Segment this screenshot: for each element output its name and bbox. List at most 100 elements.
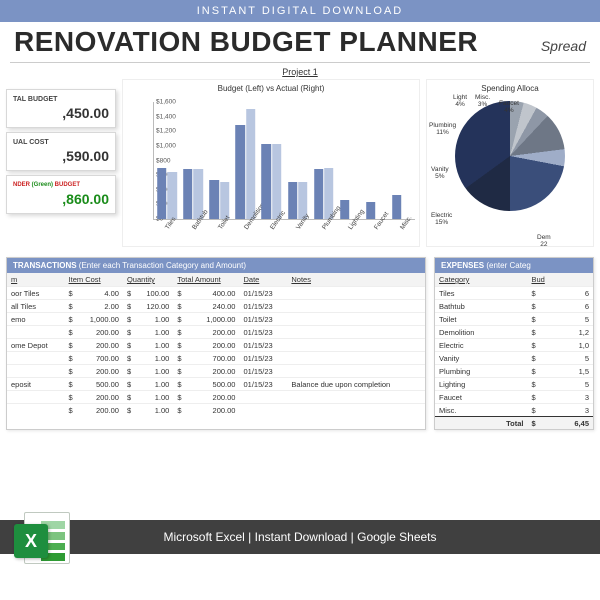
card-budget-value: ,450.00 [13, 105, 109, 121]
cell: Tiles [435, 287, 527, 300]
card-budget-label: TAL BUDGET [13, 96, 109, 103]
table-row: Misc.3 [435, 404, 593, 417]
cell: Toilet [435, 313, 527, 326]
cell [287, 365, 425, 378]
cell [287, 313, 425, 326]
cell: 1.00 [123, 352, 173, 365]
cell: Faucet [435, 391, 527, 404]
transactions-grid: mItem CostQuantityTotal AmountDateNoteso… [7, 273, 425, 416]
cell: Bathtub [435, 300, 527, 313]
table-row: Plumbing1,5 [435, 365, 593, 378]
card-under: NDER (Green) BUDGET ,860.00 [6, 175, 116, 214]
bar-group [392, 102, 412, 219]
cell [287, 326, 425, 339]
excel-icon: X [14, 506, 78, 570]
col-header: Category [435, 273, 527, 287]
cell: 1,000.00 [65, 313, 123, 326]
table-row: 700.001.00700.0001/15/23 [7, 352, 425, 365]
cell: emo [7, 313, 65, 326]
cell: Misc. [435, 404, 527, 417]
table-row: Demolition1,2 [435, 326, 593, 339]
col-header: Bud [527, 273, 593, 287]
bar-group [314, 102, 334, 219]
bar [246, 109, 255, 219]
cell: 200.00 [173, 365, 239, 378]
cell: 01/15/23 [239, 352, 287, 365]
table-row: Bathtub6 [435, 300, 593, 313]
bar [366, 202, 375, 219]
cell [7, 365, 65, 378]
table-row: Lighting5 [435, 378, 593, 391]
cell: 200.00 [65, 391, 123, 404]
pie-slice-label: Electric 15% [431, 212, 452, 226]
bar [392, 195, 401, 219]
bar [157, 168, 166, 219]
cell: 100.00 [123, 287, 173, 300]
bar [262, 144, 271, 219]
cell: 200.00 [65, 404, 123, 417]
bar [272, 144, 281, 219]
bar-group [262, 102, 282, 219]
cell: 5 [527, 313, 593, 326]
bar [209, 180, 218, 219]
cell: 01/15/23 [239, 339, 287, 352]
row-summary-charts: TAL BUDGET ,450.00 UAL COST ,590.00 NDER… [0, 79, 600, 247]
expenses-header: EXPENSES (enter Categ [435, 258, 593, 273]
cell [287, 391, 425, 404]
cell: 200.00 [65, 365, 123, 378]
cell: all Tiles [7, 300, 65, 313]
exp-header-note: (enter Categ [486, 261, 530, 270]
bar-group [366, 102, 386, 219]
cell: 01/15/23 [239, 313, 287, 326]
bar [168, 172, 177, 219]
bar-chart: Budget (Left) vs Actual (Right) $0$200$4… [122, 79, 420, 247]
cell: 01/15/23 [239, 287, 287, 300]
bar-group [340, 102, 360, 219]
col-header: Item Cost [65, 273, 123, 287]
pie-slice-label: Faucet 4% [499, 100, 519, 114]
cell: ome Depot [7, 339, 65, 352]
table-row: 200.001.00200.0001/15/23 [7, 326, 425, 339]
expenses-table: EXPENSES (enter Categ CategoryBudTiles6B… [434, 257, 594, 430]
under-green: (Green) [32, 182, 53, 188]
cell [7, 404, 65, 417]
cell: Lighting [435, 378, 527, 391]
cell [287, 287, 425, 300]
trans-header-main: TRANSACTIONS [13, 261, 79, 270]
title-row: RENOVATION BUDGET PLANNER Spread [0, 22, 600, 60]
card-actual-value: ,590.00 [13, 148, 109, 164]
total-value: 6,45 [527, 417, 593, 430]
project-label: Project 1 [0, 67, 600, 77]
cell: 1.00 [123, 378, 173, 391]
cell: 200.00 [65, 339, 123, 352]
cell [239, 404, 287, 417]
col-header: Total Amount [173, 273, 239, 287]
bar-group [209, 102, 229, 219]
cell: 200.00 [173, 404, 239, 417]
cell: 700.00 [65, 352, 123, 365]
cell: 1.00 [123, 339, 173, 352]
bar [236, 125, 245, 219]
bar [340, 200, 349, 219]
table-row: Electric1,0 [435, 339, 593, 352]
cell: 01/15/23 [239, 378, 287, 391]
pie-slice-label: Plumbing 11% [429, 122, 456, 136]
row-tables: TRANSACTIONS (Enter each Transaction Cat… [0, 247, 600, 430]
cell: 6 [527, 287, 593, 300]
table-row: ome Depot200.001.00200.0001/15/23 [7, 339, 425, 352]
col-header: m [7, 273, 65, 287]
cell: Balance due upon completion [287, 378, 425, 391]
under-post: BUDGET [53, 182, 80, 188]
cell: 1.00 [123, 326, 173, 339]
card-under-label: NDER (Green) BUDGET [13, 182, 109, 189]
cell: oor Tiles [7, 287, 65, 300]
pie-graphic [455, 101, 565, 211]
bar-group [157, 102, 177, 219]
cell: 01/15/23 [239, 300, 287, 313]
card-actual: UAL COST ,590.00 [6, 132, 116, 171]
table-row: all Tiles2.00120.00240.0001/15/23 [7, 300, 425, 313]
cell: 1.00 [123, 313, 173, 326]
cell: 240.00 [173, 300, 239, 313]
cell: 200.00 [173, 391, 239, 404]
bar-group [183, 102, 203, 219]
